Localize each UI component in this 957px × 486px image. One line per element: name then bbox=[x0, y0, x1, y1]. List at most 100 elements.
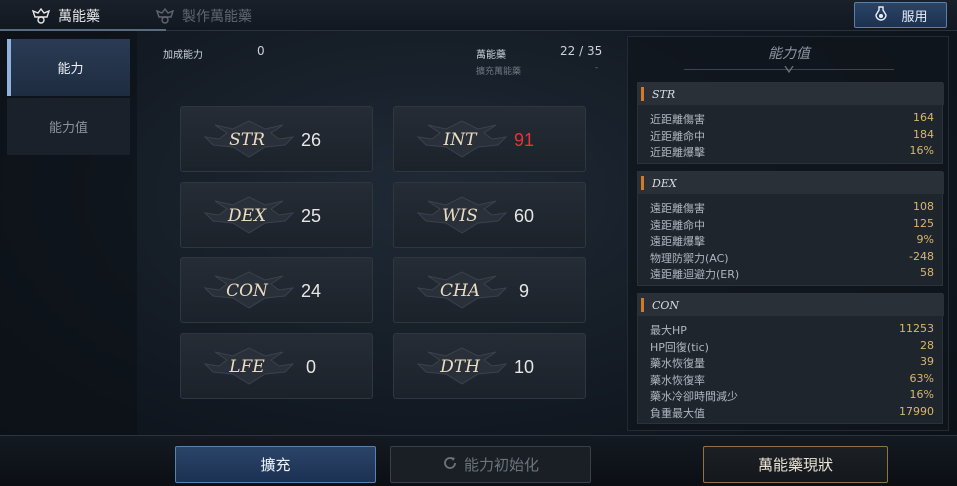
stat-box-wis[interactable]: WIS 60 bbox=[393, 182, 586, 248]
stat-row-label: 物理防禦力(AC) bbox=[650, 251, 729, 265]
stat-row-label: 遠距離爆擊 bbox=[650, 235, 705, 248]
stat-row: 近距離爆擊 16% bbox=[650, 144, 934, 160]
stat-row-label: 藥水冷卻時間減少 bbox=[650, 390, 738, 403]
elixir-status-button[interactable]: 萬能藥現狀 bbox=[703, 446, 888, 483]
stat-label: CON bbox=[226, 281, 268, 301]
stat-row-value: 11253 bbox=[899, 322, 934, 335]
stat-row-value: -248 bbox=[909, 249, 934, 263]
tab-elixir-label: 萬能藥 bbox=[58, 8, 100, 25]
section-header: DEX bbox=[638, 172, 944, 194]
tab-craft-elixir[interactable]: 製作萬能藥 bbox=[154, 0, 252, 31]
tab-elixir[interactable]: 萬能藥 bbox=[0, 0, 166, 31]
stat-row-value: 28 bbox=[920, 338, 934, 352]
section-str: STR 近距離傷害 164 近距離命中 184 近距離爆擊 16% bbox=[637, 82, 944, 164]
stat-value: 26 bbox=[300, 129, 322, 150]
stat-row: 最大HP 11253 bbox=[650, 322, 934, 338]
stat-box-int[interactable]: INT 91 bbox=[393, 106, 586, 172]
elixir-window: 萬能藥 製作萬能藥 服用 能力 能力值 加成能力 0 萬能藥 22 / 35 擴… bbox=[0, 0, 957, 486]
bonus-ability-value: 0 bbox=[257, 44, 265, 58]
stat-row-label: 近距離傷害 bbox=[650, 113, 705, 126]
stat-value: 91 bbox=[513, 129, 535, 150]
stat-row-value: 17990 bbox=[899, 404, 934, 418]
stat-row: 藥水恢復量 39 bbox=[650, 355, 934, 371]
stat-row-label: 遠距離傷害 bbox=[650, 202, 705, 215]
section-marker bbox=[641, 87, 644, 101]
reset-button-label: 能力初始化 bbox=[463, 456, 539, 474]
stat-row-label: HP回復(tic) bbox=[650, 340, 709, 354]
stat-value: 24 bbox=[300, 280, 322, 301]
stat-row-label: 最大HP bbox=[650, 324, 687, 337]
stat-label: DTH bbox=[440, 357, 480, 377]
stat-row: 負重最大值 17990 bbox=[650, 405, 934, 421]
stat-box-str[interactable]: STR 26 bbox=[180, 106, 373, 172]
use-button[interactable]: 服用 bbox=[854, 2, 947, 28]
section-header: STR bbox=[638, 83, 944, 105]
ability-value-panel: 能力值 STR 近距離傷害 164 近距離命中 184 近距離爆擊 16% DEX 遠距離傷害 1… bbox=[627, 36, 949, 431]
section-name: STR bbox=[652, 87, 676, 101]
stat-row-value: 125 bbox=[913, 216, 934, 230]
stat-box-dex[interactable]: DEX 25 bbox=[180, 182, 373, 248]
stat-value: 10 bbox=[513, 356, 535, 377]
use-button-label: 服用 bbox=[901, 9, 928, 25]
stat-value: 0 bbox=[305, 356, 316, 377]
stat-row-value: 58 bbox=[920, 266, 934, 279]
stat-label: STR bbox=[229, 130, 265, 150]
elixir-count-value: 22 / 35 bbox=[560, 44, 603, 58]
stat-box-lfe[interactable]: LFE 0 bbox=[180, 333, 373, 399]
stat-row-value: 39 bbox=[920, 355, 934, 368]
section-marker bbox=[641, 176, 644, 190]
stat-row: 藥水冷卻時間減少 16% bbox=[650, 388, 934, 404]
tab-craft-label: 製作萬能藥 bbox=[182, 8, 252, 25]
refresh-icon bbox=[442, 455, 458, 475]
panel-title: 能力值 bbox=[768, 46, 810, 62]
stat-row: 近距離傷害 164 bbox=[650, 111, 934, 127]
stat-row: HP回復(tic) 28 bbox=[650, 339, 934, 355]
stat-row-label: 近距離命中 bbox=[650, 129, 705, 143]
section-marker bbox=[641, 298, 644, 312]
stat-label: LFE bbox=[229, 357, 265, 377]
stat-value: 25 bbox=[300, 205, 322, 226]
section-con: CON 最大HP 11253 HP回復(tic) 28 藥水恢復量 39 藥水恢復率 63% 藥水… bbox=[637, 293, 944, 424]
elixir-crest-icon bbox=[30, 5, 52, 27]
stat-row-label: 藥水恢復量 bbox=[650, 357, 705, 370]
stat-row-value: 184 bbox=[913, 127, 934, 141]
stat-box-cha[interactable]: CHA 9 bbox=[393, 257, 586, 323]
stat-box-con[interactable]: CON 24 bbox=[180, 257, 373, 323]
expand-button[interactable]: 擴充 bbox=[175, 446, 376, 483]
stat-row: 遠距離傷害 108 bbox=[650, 200, 934, 216]
stat-row-value: 16% bbox=[909, 144, 934, 157]
stat-label: INT bbox=[443, 130, 477, 150]
potion-icon bbox=[873, 5, 889, 25]
stat-row-value: 16% bbox=[909, 388, 934, 401]
stat-row-value: 108 bbox=[913, 200, 934, 213]
sidebar-item-ability-value[interactable]: 能力值 bbox=[7, 98, 130, 155]
stat-row-value: 63% bbox=[909, 371, 934, 385]
stat-label: WIS bbox=[442, 206, 478, 226]
section-name: DEX bbox=[652, 176, 677, 190]
reset-ability-button[interactable]: 能力初始化 bbox=[390, 446, 591, 483]
section-name: CON bbox=[652, 298, 680, 312]
stat-value: 60 bbox=[513, 205, 535, 226]
stat-label: DEX bbox=[227, 206, 267, 226]
expand-elixir-value: - bbox=[595, 63, 599, 73]
bonus-ability-label: 加成能力 bbox=[163, 50, 203, 61]
sidebar-item-ability[interactable]: 能力 bbox=[7, 39, 130, 96]
elixir-count-label: 萬能藥 bbox=[476, 50, 506, 61]
stat-row-label: 遠距離命中 bbox=[650, 218, 705, 232]
sidebar: 能力 能力值 bbox=[0, 31, 137, 435]
top-bar: 萬能藥 製作萬能藥 服用 bbox=[0, 0, 957, 31]
sidebar-item-label: 能力 bbox=[57, 62, 84, 77]
stat-row-label: 近距離爆擊 bbox=[650, 146, 705, 159]
stat-box-dth[interactable]: DTH 10 bbox=[393, 333, 586, 399]
stat-row-label: 負重最大值 bbox=[650, 406, 705, 420]
sidebar-item-label: 能力值 bbox=[48, 121, 88, 136]
stat-row-value: 9% bbox=[916, 233, 934, 246]
stat-row-label: 遠距離迴避力(ER) bbox=[650, 268, 740, 281]
section-dex: DEX 遠距離傷害 108 遠距離命中 125 遠距離爆擊 9% 物理防禦力(AC) -248 遠… bbox=[637, 171, 944, 286]
stat-row: 藥水恢復率 63% bbox=[650, 372, 934, 388]
stat-row: 近距離命中 184 bbox=[650, 128, 934, 144]
stat-label: CHA bbox=[439, 281, 481, 301]
expand-button-label: 擴充 bbox=[260, 456, 291, 474]
stat-row: 遠距離迴避力(ER) 58 bbox=[650, 266, 934, 282]
expand-elixir-label: 擴充萬能藥 bbox=[476, 67, 522, 77]
